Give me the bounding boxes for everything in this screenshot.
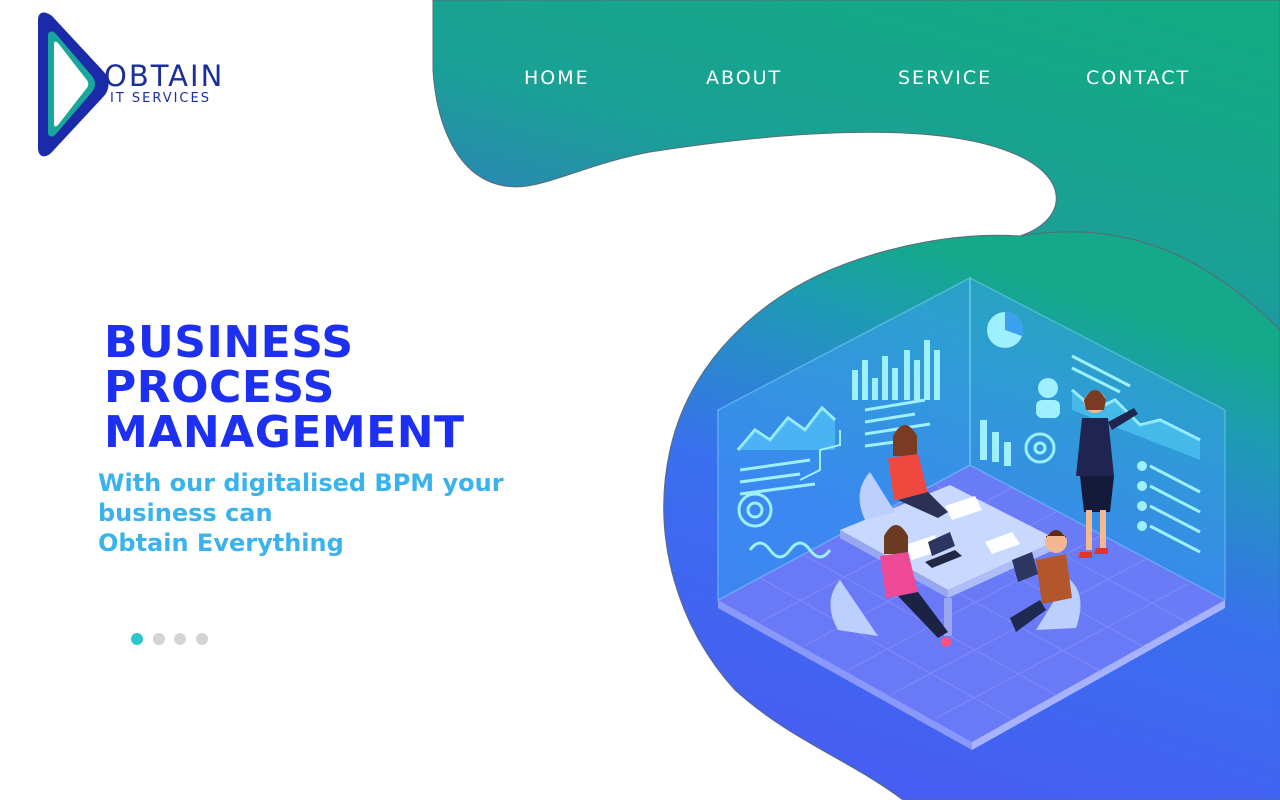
carousel-dot[interactable]: [174, 633, 186, 645]
carousel-dot[interactable]: [131, 633, 143, 645]
nav-about-link[interactable]: ABOUT: [706, 66, 782, 90]
hero-subtitle-line: Obtain Everything: [98, 529, 344, 557]
hero-title-line: MANAGEMENT: [104, 407, 465, 458]
brand-tagline: IT SERVICES: [110, 91, 211, 106]
hero-subtitle: With our digitalised BPM your business c…: [98, 468, 504, 558]
brand-logo[interactable]: OBTAIN IT SERVICES: [34, 10, 264, 160]
brand-name: OBTAIN: [104, 59, 225, 93]
nav-service-link[interactable]: SERVICE: [898, 66, 992, 90]
carousel-dot[interactable]: [196, 633, 208, 645]
hero-title: BUSINESS PROCESS MANAGEMENT: [104, 320, 465, 455]
nav-contact-link[interactable]: CONTACT: [1086, 66, 1190, 90]
hero-title-line: BUSINESS: [104, 317, 354, 368]
isometric-office-meeting-icon: [717, 276, 1226, 750]
hero-subtitle-line: business can: [98, 499, 273, 527]
hero-title-line: PROCESS: [104, 362, 335, 413]
hero-subtitle-line: With our digitalised BPM your: [98, 469, 504, 497]
landing-page: OBTAIN IT SERVICES HOME ABOUT SERVICE CO…: [0, 0, 1280, 800]
play-triangle-logo-icon: [38, 12, 109, 157]
carousel-dot[interactable]: [153, 633, 165, 645]
nav-home-link[interactable]: HOME: [524, 66, 590, 90]
